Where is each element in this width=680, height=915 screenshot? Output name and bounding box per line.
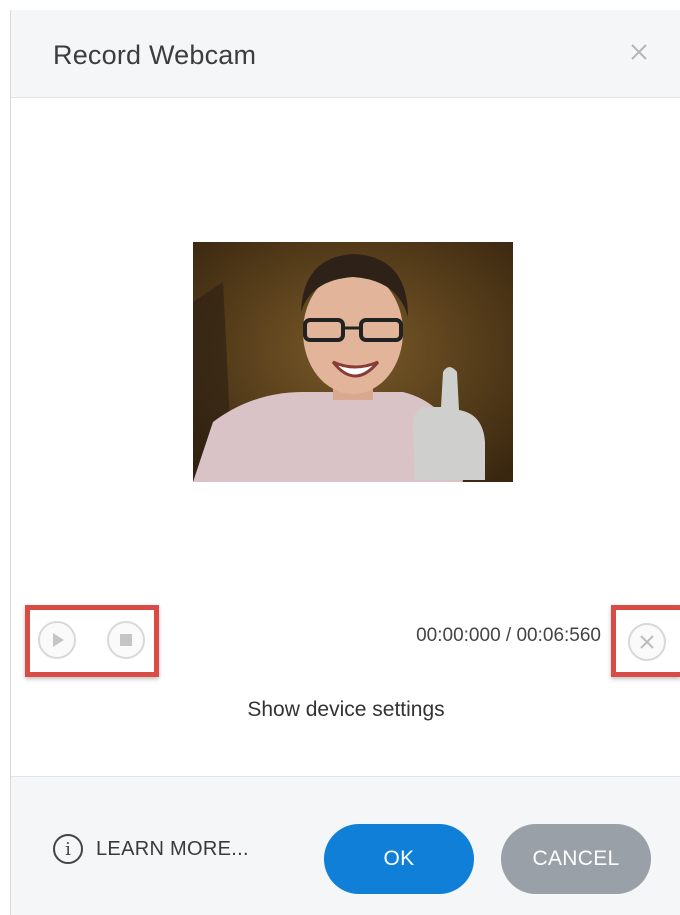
close-icon[interactable] [625, 38, 653, 66]
delete-recording-highlight [611, 605, 680, 677]
stop-icon [120, 634, 132, 646]
webcam-video-frame [193, 242, 513, 482]
dialog-header: Record Webcam [11, 10, 680, 98]
delete-recording-button[interactable] [628, 623, 666, 661]
record-webcam-dialog: Record Webcam 00:00:000 / 00:06:560 Show… [10, 10, 680, 915]
recording-time: 00:00:000 / 00:06:560 [416, 625, 601, 646]
stop-button[interactable] [107, 621, 145, 659]
ok-button[interactable]: OK [324, 824, 474, 894]
show-device-settings-link[interactable]: Show device settings [11, 698, 680, 722]
dialog-footer: i LEARN MORE... OK CANCEL [11, 777, 680, 915]
learn-more-label: LEARN MORE... [96, 837, 249, 860]
webcam-preview [193, 242, 513, 482]
play-button[interactable] [38, 621, 76, 659]
close-circle-icon [640, 635, 654, 649]
dialog-title: Record Webcam [53, 40, 257, 70]
playback-controls-highlight [25, 605, 159, 677]
info-icon: i [53, 834, 83, 864]
learn-more-link[interactable]: i LEARN MORE... [53, 834, 249, 864]
cancel-button[interactable]: CANCEL [501, 824, 651, 894]
play-icon [53, 633, 64, 647]
